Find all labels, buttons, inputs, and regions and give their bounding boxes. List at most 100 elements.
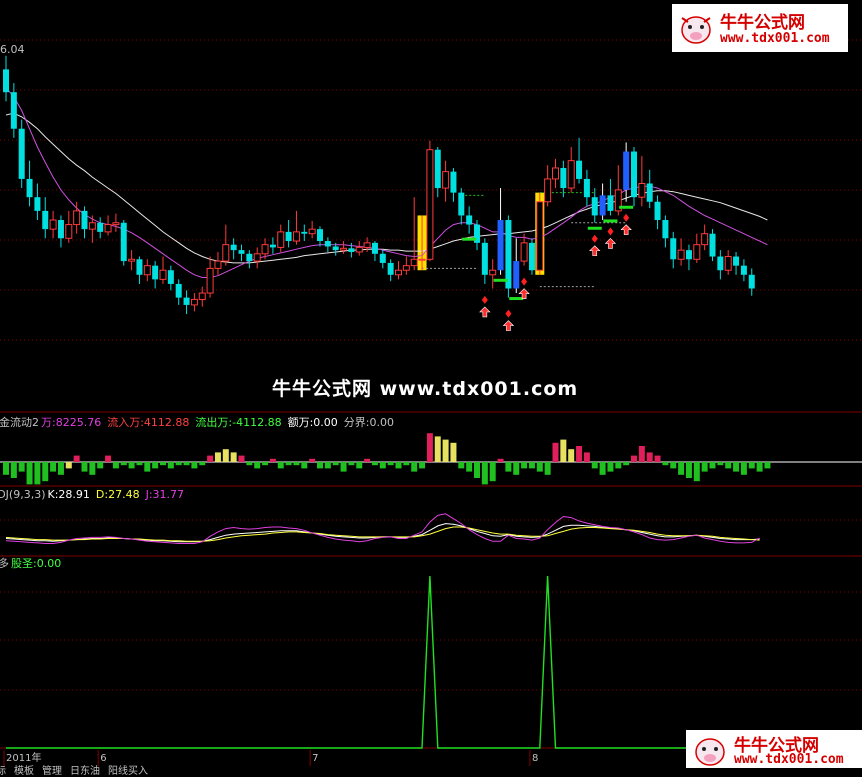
candle-body-down — [434, 149, 441, 189]
candle-body-down — [458, 192, 465, 216]
x-axis: 2011年 6 7 8 — [3, 750, 538, 766]
buy-arrow — [479, 306, 491, 318]
green-tick — [603, 219, 618, 223]
flow-bar — [403, 462, 410, 466]
flow-bar — [528, 462, 535, 469]
candle-body-up — [143, 265, 151, 276]
candle-body-down — [450, 171, 457, 193]
candle-body-down — [18, 128, 25, 179]
candle-body-up — [355, 246, 363, 253]
legend-item: D:27.48 — [95, 488, 140, 501]
flow-bar — [262, 462, 269, 466]
flow-bar — [317, 462, 323, 469]
flow-bar — [112, 462, 119, 469]
flow-bar — [513, 462, 520, 475]
flow-bar — [81, 462, 88, 472]
logo-title: 牛牛公式网 — [720, 13, 805, 33]
candle-body-signal — [513, 261, 520, 289]
candle-body-down — [662, 220, 669, 239]
flow-bar — [144, 462, 151, 472]
x-tick-label: 2011年 — [6, 751, 41, 764]
x-tick-label: 7 — [312, 753, 318, 764]
buy-arrow — [502, 320, 515, 331]
candle-body-down — [709, 233, 716, 257]
green-tick — [619, 205, 634, 209]
candle-body-up — [190, 298, 198, 306]
flow-bar — [301, 462, 308, 469]
candle-body-up — [395, 269, 402, 276]
candle-body-up — [277, 231, 285, 248]
flow-bar — [709, 462, 716, 469]
flow-panel-legend: 资金流动2万:8225.76 流入万:4112.88 流出万:-4112.88 额万:… — [0, 416, 406, 430]
candle-body-up — [73, 210, 81, 226]
legend-item: 股圣:0.00 — [11, 557, 62, 570]
candle-body-down — [740, 265, 747, 275]
candlestick-chart[interactable] — [3, 55, 768, 331]
candle-body-up — [214, 260, 222, 269]
flow-bar — [481, 462, 488, 485]
candle-body-up — [104, 224, 112, 233]
flow-bar — [764, 462, 771, 469]
flow-bar — [348, 462, 355, 466]
candle-body-down — [120, 222, 127, 262]
candle-body-down — [528, 242, 535, 271]
flow-bar — [701, 462, 708, 472]
candle-body-down — [183, 297, 190, 305]
kdj-chart[interactable] — [5, 513, 760, 544]
candle-body-up — [292, 231, 300, 242]
candle-body-down — [42, 210, 49, 230]
flow-bar — [654, 455, 661, 462]
buy-diamond — [591, 234, 598, 243]
flow-bar — [678, 462, 685, 475]
candle-body-down — [136, 259, 143, 275]
kdj-line-d — [5, 526, 760, 542]
logo-url: www.tdx001.com — [734, 752, 844, 767]
flow-bar — [748, 462, 755, 469]
buy-arrow — [604, 238, 617, 249]
buy-diamond — [505, 309, 512, 318]
candle-body-up — [520, 242, 528, 262]
candle-body-down — [152, 265, 159, 280]
flow-bar — [26, 462, 33, 485]
flow-bar — [387, 462, 394, 466]
candle-body-down — [481, 242, 488, 275]
green-tick — [462, 237, 477, 241]
candle-body-up — [340, 247, 348, 251]
candle-body-up — [402, 265, 410, 271]
flow-bar — [65, 462, 72, 469]
flow-bar — [183, 462, 190, 466]
logo-url: www.tdx001.com — [720, 31, 830, 46]
buy-signal-chart[interactable] — [6, 575, 760, 749]
flow-bar — [230, 452, 237, 462]
flow-bar — [285, 462, 292, 466]
candle-body-up — [677, 249, 685, 260]
flow-bar — [450, 442, 457, 462]
flow-bar — [497, 458, 504, 462]
kdj-line-j — [5, 513, 760, 544]
money-flow-chart[interactable] — [0, 433, 862, 485]
flow-bar — [607, 462, 614, 472]
flow-bar — [740, 462, 747, 475]
flow-bar — [42, 462, 49, 482]
candle-body-down — [591, 197, 598, 216]
candle-body-down — [685, 250, 692, 260]
flow-bar — [97, 462, 104, 469]
candle-body-down — [81, 210, 88, 230]
legend-item: 流入万:4112.88 — [107, 416, 190, 429]
candle-body-down — [10, 92, 17, 129]
x-tick-label: 6 — [100, 753, 106, 764]
flow-bar — [725, 462, 732, 469]
flow-bar — [693, 462, 700, 482]
legend-item: J:31.77 — [145, 488, 185, 501]
center-watermark: 牛牛公式网 www.tdx001.com — [272, 378, 579, 400]
cow-logo-icon — [681, 16, 711, 44]
flow-bar — [167, 462, 174, 469]
candle-body-up — [693, 244, 701, 260]
flow-bar — [175, 462, 182, 466]
flow-bar — [269, 458, 276, 462]
candle-body-signal — [623, 151, 630, 190]
candle-body-up — [65, 224, 73, 239]
x-tick-label: 8 — [532, 753, 538, 764]
legend-item: 万:8225.76 — [41, 416, 102, 429]
flow-bar — [105, 455, 112, 462]
